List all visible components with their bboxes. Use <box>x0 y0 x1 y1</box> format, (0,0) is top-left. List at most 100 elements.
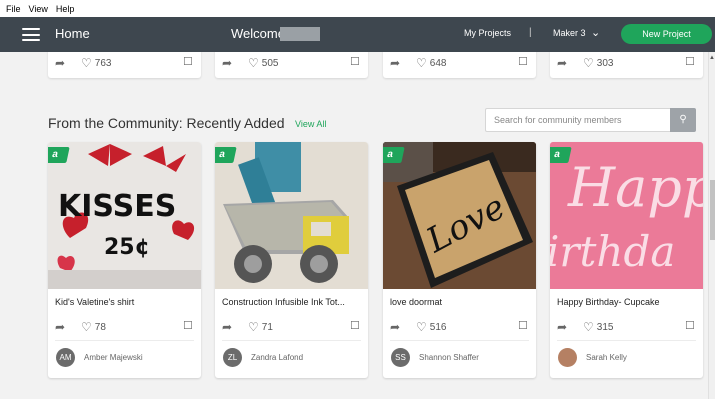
hamburger-icon[interactable] <box>22 28 40 41</box>
card-title[interactable]: Construction Infusible Ink Tot... <box>222 297 362 307</box>
like-count: 78 <box>94 321 106 333</box>
heart-icon: ♡ <box>583 320 594 334</box>
bookmark-icon[interactable]: ☐ <box>350 55 360 68</box>
svg-text:irthda: irthda <box>550 227 675 276</box>
project-card[interactable]: ➦ ♡ 648 ☐ <box>383 52 536 78</box>
community-project-card[interactable]: a Construction Infusible Ink Tot... ➦ ♡ 7… <box>215 142 368 378</box>
bookmark-icon[interactable]: ☐ <box>183 55 193 68</box>
bookmark-icon[interactable]: ☐ <box>685 55 695 68</box>
home-link[interactable]: Home <box>55 26 90 41</box>
card-divider <box>55 340 194 341</box>
share-action[interactable]: ➦ <box>222 56 235 70</box>
share-icon: ➦ <box>390 56 401 70</box>
like-count: 648 <box>429 57 447 69</box>
scroll-up-icon[interactable]: ▲ <box>709 55 715 61</box>
community-search-input[interactable]: Search for community members <box>485 108 670 132</box>
user-name[interactable]: Sarah Kelly <box>586 353 627 362</box>
avatar[interactable]: SS <box>391 348 410 367</box>
new-project-button[interactable]: New Project <box>621 24 712 44</box>
badge-icon: a <box>215 147 237 163</box>
machine-selector[interactable]: Maker 3 <box>553 28 586 38</box>
view-all-link[interactable]: View All <box>295 119 326 129</box>
section-title: From the Community: Recently Added <box>48 115 285 131</box>
main-content: ➦ ♡ 763 ☐ ➦ ♡ 505 ☐ ➦ ♡ 648 ☐ ➦ ♡ 303 ☐ From… <box>0 52 708 399</box>
share-icon: ➦ <box>55 320 66 334</box>
card-divider <box>222 340 361 341</box>
project-card[interactable]: ➦ ♡ 763 ☐ <box>48 52 201 78</box>
card-divider <box>557 340 696 341</box>
like-action[interactable]: ♡ 71 <box>248 320 273 334</box>
bookmark-icon[interactable]: ☐ <box>183 319 193 332</box>
my-projects-link[interactable]: My Projects <box>464 28 511 38</box>
menu-file[interactable]: File <box>6 4 21 14</box>
share-action[interactable]: ➦ <box>557 320 570 334</box>
heart-icon: ♡ <box>416 56 427 70</box>
community-project-card[interactable]: Love a love doormat ➦ ♡ 516 ☐ SS Shannon … <box>383 142 536 378</box>
like-count: 303 <box>596 57 614 69</box>
avatar[interactable]: AM <box>56 348 75 367</box>
like-count: 763 <box>94 57 112 69</box>
badge-icon: a <box>550 147 572 163</box>
heart-icon: ♡ <box>81 56 92 70</box>
share-icon: ➦ <box>557 56 568 70</box>
user-name[interactable]: Zandra Lafond <box>251 353 303 362</box>
like-action[interactable]: ♡ 78 <box>81 320 106 334</box>
badge-icon: a <box>48 147 70 163</box>
avatar[interactable] <box>558 348 577 367</box>
badge-icon: a <box>383 147 405 163</box>
user-name[interactable]: Shannon Shaffer <box>419 353 479 362</box>
like-count: 505 <box>261 57 279 69</box>
like-count: 315 <box>596 321 614 333</box>
scrollbar-thumb[interactable] <box>710 180 715 240</box>
bookmark-icon[interactable]: ☐ <box>685 319 695 332</box>
heart-icon: ♡ <box>416 320 427 334</box>
like-count: 516 <box>429 321 447 333</box>
avatar[interactable]: ZL <box>223 348 242 367</box>
search-icon[interactable]: ⚲ <box>670 108 696 132</box>
share-action[interactable]: ➦ <box>390 56 403 70</box>
share-action[interactable]: ➦ <box>390 320 403 334</box>
vertical-scrollbar[interactable]: ▲ <box>708 52 715 399</box>
share-icon: ➦ <box>55 56 66 70</box>
svg-text:25¢: 25¢ <box>104 235 150 260</box>
project-thumbnail[interactable] <box>215 142 368 289</box>
like-action[interactable]: ♡ 648 <box>416 56 446 70</box>
share-action[interactable]: ➦ <box>55 56 68 70</box>
like-action[interactable]: ♡ 763 <box>81 56 111 70</box>
svg-text:Happ: Happ <box>567 156 703 219</box>
like-action[interactable]: ♡ 516 <box>416 320 446 334</box>
project-card[interactable]: ➦ ♡ 505 ☐ <box>215 52 368 78</box>
like-action[interactable]: ♡ 505 <box>248 56 278 70</box>
share-action[interactable]: ➦ <box>557 56 570 70</box>
like-action[interactable]: ♡ 303 <box>583 56 613 70</box>
heart-icon: ♡ <box>81 320 92 334</box>
project-thumbnail[interactable]: KISSES 25¢ <box>48 142 201 289</box>
card-title[interactable]: Kid's Valetine's shirt <box>55 297 195 307</box>
community-project-card[interactable]: KISSES 25¢ a Kid's Valetine's shirt ➦ ♡ 7… <box>48 142 201 378</box>
menu-help[interactable]: Help <box>56 4 75 14</box>
user-name[interactable]: Amber Majewski <box>84 353 143 362</box>
chevron-down-icon[interactable]: ⌄ <box>591 26 600 39</box>
share-action[interactable]: ➦ <box>222 320 235 334</box>
project-thumbnail[interactable]: Happ irthda <box>550 142 703 289</box>
bookmark-icon[interactable]: ☐ <box>518 319 528 332</box>
thumbnail-text: KISSES <box>58 189 176 224</box>
menu-view[interactable]: View <box>29 4 48 14</box>
redacted-username <box>280 27 320 41</box>
project-card[interactable]: ➦ ♡ 303 ☐ <box>550 52 703 78</box>
like-action[interactable]: ♡ 315 <box>583 320 613 334</box>
menu-bar: File View Help <box>0 0 715 17</box>
community-project-card[interactable]: Happ irthda a Happy Birthday- Cupcake ➦ … <box>550 142 703 378</box>
share-icon: ➦ <box>222 320 233 334</box>
nav-separator: | <box>529 27 532 38</box>
share-icon: ➦ <box>390 320 401 334</box>
top-nav-bar: Home Welcome, My Projects | Maker 3 ⌄ Ne… <box>0 17 715 52</box>
heart-icon: ♡ <box>248 56 259 70</box>
share-action[interactable]: ➦ <box>55 320 68 334</box>
bookmark-icon[interactable]: ☐ <box>518 55 528 68</box>
project-thumbnail[interactable]: Love <box>383 142 536 289</box>
bookmark-icon[interactable]: ☐ <box>350 319 360 332</box>
card-title[interactable]: love doormat <box>390 297 530 307</box>
card-title[interactable]: Happy Birthday- Cupcake <box>557 297 697 307</box>
share-icon: ➦ <box>557 320 568 334</box>
